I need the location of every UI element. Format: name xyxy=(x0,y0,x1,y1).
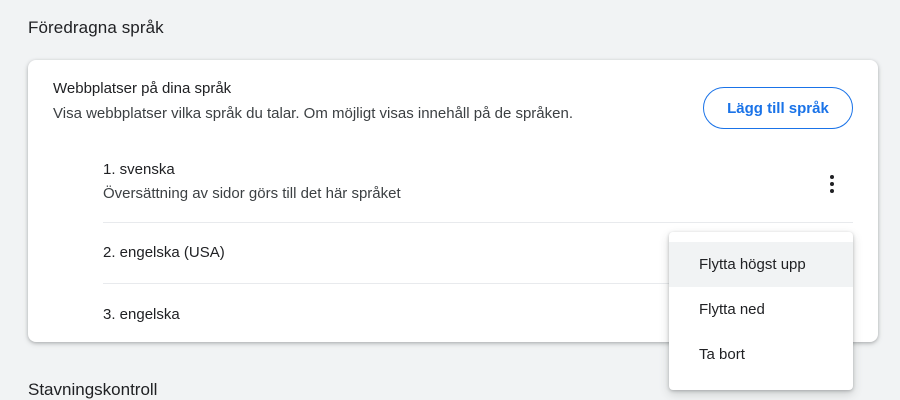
language-label: 1. svenska xyxy=(103,161,175,178)
menu-item-move-to-top[interactable]: Flytta högst upp xyxy=(669,242,853,287)
dot xyxy=(830,175,834,179)
card-description: Visa webbplatser vilka språk du talar. O… xyxy=(53,105,573,122)
card-title: Webbplatser på dina språk xyxy=(53,80,232,97)
language-subtitle: Översättning av sidor görs till det här … xyxy=(103,185,401,202)
menu-item-move-down[interactable]: Flytta ned xyxy=(669,287,853,332)
language-item-swedish: 1. svenska Översättning av sidor görs ti… xyxy=(103,160,853,223)
add-language-button[interactable]: Lägg till språk xyxy=(703,87,853,129)
section-title: Föredragna språk xyxy=(28,18,164,37)
dot xyxy=(830,189,834,193)
language-action-menu: Flytta högst upp Flytta ned Ta bort xyxy=(669,232,853,390)
dot xyxy=(830,182,834,186)
language-label: 2. engelska (USA) xyxy=(103,244,225,261)
menu-item-remove[interactable]: Ta bort xyxy=(669,332,853,377)
language-label: 3. engelska xyxy=(103,306,180,323)
more-vert-icon[interactable] xyxy=(818,170,846,198)
next-section-title: Stavningskontroll xyxy=(28,380,158,399)
